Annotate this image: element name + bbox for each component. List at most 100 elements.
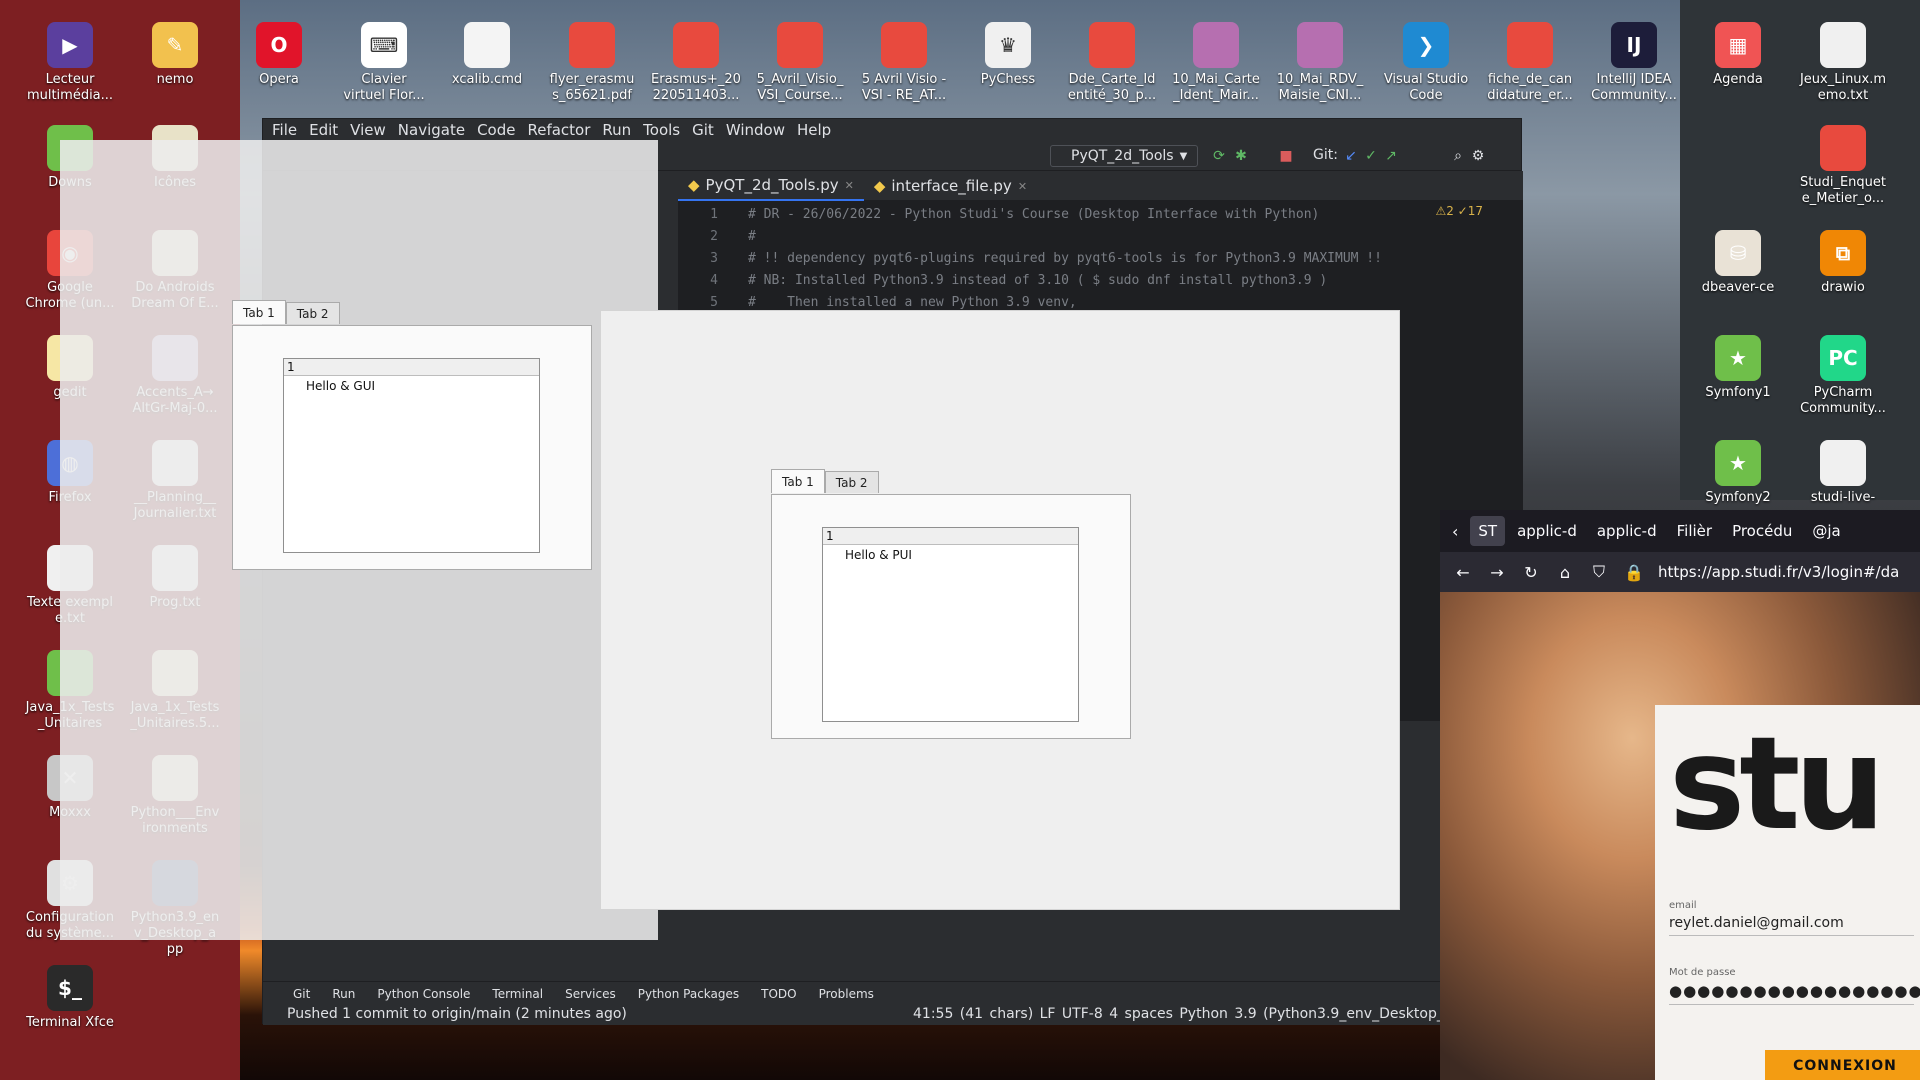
menu-edit[interactable]: Edit <box>304 121 343 139</box>
menu-help[interactable]: Help <box>792 121 836 139</box>
url-bar[interactable]: https://app.studi.fr/v3/login#/da <box>1658 563 1899 581</box>
menu-code[interactable]: Code <box>472 121 520 139</box>
browser-tab[interactable]: Procédu <box>1724 516 1800 546</box>
menu-view[interactable]: View <box>345 121 391 139</box>
keyboard-icon: ⌨ <box>361 22 407 68</box>
menu-window[interactable]: Window <box>721 121 790 139</box>
tab-1[interactable]: Tab 1 <box>232 300 286 324</box>
email-label: email <box>1669 900 1697 911</box>
desktop-icon-top-1[interactable]: ⌨ Clavier virtuel Flor... <box>334 22 434 104</box>
email-field[interactable]: reylet.daniel@gmail.com <box>1669 915 1914 936</box>
code-text: # !! dependency pyqt6-plugins required b… <box>748 251 1382 266</box>
tool-window-python-packages[interactable]: Python Packages <box>638 987 739 1001</box>
tool-window-services[interactable]: Services <box>565 987 616 1001</box>
stop-icon[interactable]: ■ <box>1278 148 1294 164</box>
tab-2[interactable]: Tab 2 <box>285 302 340 324</box>
chevron-left-icon[interactable]: ‹ <box>1444 522 1466 541</box>
tool-window-terminal[interactable]: Terminal <box>492 987 543 1001</box>
qt-window-large: Tab 1 Tab 2 1 Hello & PUI <box>600 310 1400 910</box>
menu-navigate[interactable]: Navigate <box>393 121 470 139</box>
git-push-icon[interactable]: ↗ <box>1383 148 1399 164</box>
debug-icon[interactable]: ✱ <box>1233 148 1249 164</box>
desktop-icon-left-18[interactable]: $_ Terminal Xfce <box>20 965 120 1031</box>
desktop-icon-right-6[interactable]: studi-live- <box>1793 440 1893 506</box>
git-commit-icon[interactable]: ✓ <box>1363 148 1379 164</box>
image-icon <box>1193 22 1239 68</box>
terminal-icon: $_ <box>47 965 93 1011</box>
desktop-icon-right-3[interactable]: ★ Symfony1 <box>1688 335 1788 401</box>
rerun-icon[interactable]: ⟳ <box>1211 148 1227 164</box>
tree-item[interactable]: Hello & PUI <box>823 548 1078 562</box>
tab-2[interactable]: Tab 2 <box>824 471 879 493</box>
desktop-icon-top-7[interactable]: ♛ PyChess <box>958 22 1058 88</box>
close-icon[interactable]: ✕ <box>1018 180 1027 193</box>
tool-window-python-console[interactable]: Python Console <box>377 987 470 1001</box>
desktop-icon-top-6[interactable]: 5 Avril Visio - VSI - RE_AT... <box>854 22 954 104</box>
desktop-icon-top-4[interactable]: Erasmus+_20 220511403... <box>646 22 746 104</box>
tab-interface-file[interactable]: ◆ interface_file.py ✕ <box>864 171 1037 201</box>
tool-window-git[interactable]: Git <box>293 987 310 1001</box>
tree-widget[interactable]: 1 Hello & GUI <box>283 358 540 553</box>
git-label: Git: <box>1313 147 1338 163</box>
desktop-icon-right-0[interactable]: Studi_Enquet e_Metier_o... <box>1793 125 1893 207</box>
forward-icon[interactable]: → <box>1488 563 1506 582</box>
git-update-icon[interactable]: ↙ <box>1343 148 1359 164</box>
shield-icon[interactable]: ⛉ <box>1590 562 1608 582</box>
intellij-icon: IJ <box>1611 22 1657 68</box>
desktop-icon-top-8[interactable]: Dde_Carte_Id entité_30_p... <box>1062 22 1162 104</box>
desktop-icon-right-1[interactable]: ⛁ dbeaver-ce <box>1688 230 1788 296</box>
pycharm-icon: PC <box>1820 335 1866 381</box>
tool-window-todo[interactable]: TODO <box>761 987 796 1001</box>
editor-tab-bar: ◆ PyQT_2d_Tools.py ✕ ◆ interface_file.py… <box>678 171 1523 201</box>
desktop-icon-top-2[interactable]: xcalib.cmd <box>437 22 537 88</box>
browser-tab[interactable]: Filièr <box>1669 516 1720 546</box>
search-icon[interactable]: ⌕ <box>1450 148 1466 164</box>
tool-window-problems[interactable]: Problems <box>819 987 874 1001</box>
desktop-icon-left-0[interactable]: ▶ Lecteur multimédia... <box>20 22 120 104</box>
home-icon[interactable]: ⌂ <box>1556 563 1574 582</box>
menu-refactor[interactable]: Refactor <box>522 121 595 139</box>
desktop-icon-right-4[interactable]: PC PyCharm Community... <box>1793 335 1893 417</box>
browser-tab[interactable]: @ja <box>1804 516 1848 546</box>
browser-tab[interactable]: applic-d <box>1509 516 1585 546</box>
password-field[interactable]: ●●●●●●●●●●●●●●●●●● <box>1669 982 1920 1005</box>
back-icon[interactable]: ← <box>1454 563 1472 582</box>
reload-icon[interactable]: ↻ <box>1522 563 1540 582</box>
close-icon[interactable]: ✕ <box>845 179 854 192</box>
desktop-icon-right-2[interactable]: ⧉ drawio <box>1793 230 1893 296</box>
media-player-icon: ▶ <box>47 22 93 68</box>
menu-run[interactable]: Run <box>597 121 636 139</box>
desktop-icon-top-3[interactable]: flyer_erasmu s_65621.pdf <box>542 22 642 104</box>
python-file-icon: ◆ <box>688 176 700 194</box>
gear-icon[interactable]: ⚙ <box>1470 148 1486 164</box>
tree-item[interactable]: Hello & GUI <box>284 379 539 393</box>
tool-window-run[interactable]: Run <box>332 987 355 1001</box>
tab-1[interactable]: Tab 1 <box>771 469 825 493</box>
menu-tools[interactable]: Tools <box>638 121 685 139</box>
desktop-icon-top-11[interactable]: ❯ Visual Studio Code <box>1376 22 1476 104</box>
status-message[interactable]: Pushed 1 commit to origin/main (2 minute… <box>287 1006 627 1022</box>
status-info[interactable]: 41:55 (41 chars) LF UTF-8 4 spaces Pytho… <box>913 1006 1517 1022</box>
desktop-icon-top-13[interactable]: IJ IntelliJ IDEA Community... <box>1584 22 1684 104</box>
desktop-icon-top-14[interactable]: ▦ Agenda <box>1688 22 1788 88</box>
desktop-icon-left-1[interactable]: ✎ nemo <box>125 22 225 88</box>
tree-widget[interactable]: 1 Hello & PUI <box>822 527 1079 722</box>
desktop-icon-top-0[interactable]: O Opera <box>229 22 329 88</box>
desktop-icon-top-15[interactable]: Jeux_Linux.m emo.txt <box>1793 22 1893 104</box>
browser-tab[interactable]: applic-d <box>1589 516 1665 546</box>
desktop-icon-label: fiche_de_can didature_er... <box>1487 72 1573 103</box>
chevron-down-icon: ▼ <box>1179 150 1188 162</box>
browser-tab[interactable]: ST <box>1470 516 1506 546</box>
run-configuration-select[interactable]: PyQT_2d_Tools ▼ <box>1050 145 1198 167</box>
lock-icon: 🔒 <box>1624 562 1644 582</box>
code-line: 3 # !! dependency pyqt6-plugins required … <box>678 251 1523 273</box>
tab-pyqt-2d-tools[interactable]: ◆ PyQT_2d_Tools.py ✕ <box>678 171 864 201</box>
desktop-icon-top-9[interactable]: 10_Mai_Carte _Ident_Mair... <box>1166 22 1266 104</box>
desktop-icon-top-10[interactable]: 10_Mai_RDV_ Maisie_CNI... <box>1270 22 1370 104</box>
desktop-icon-top-5[interactable]: 5_Avril_Visio_ VSI_Course... <box>750 22 850 104</box>
desktop-icon-top-12[interactable]: fiche_de_can didature_er... <box>1480 22 1580 104</box>
menu-file[interactable]: File <box>267 121 302 139</box>
menu-git[interactable]: Git <box>687 121 719 139</box>
connexion-button[interactable]: CONNEXION <box>1765 1050 1920 1080</box>
desktop-icon-right-5[interactable]: ★ Symfony2 <box>1688 440 1788 506</box>
